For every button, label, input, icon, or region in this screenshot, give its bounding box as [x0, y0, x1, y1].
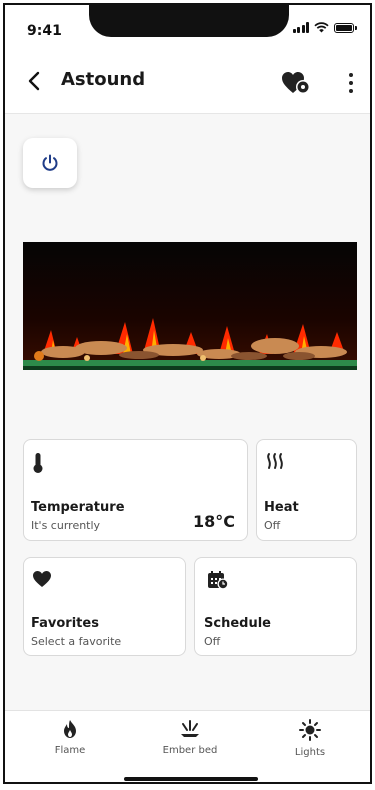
tab-lights-label: Lights — [294, 747, 326, 758]
favorites-card[interactable]: Favorites Select a favorite — [23, 557, 186, 656]
wifi-icon — [314, 22, 329, 33]
tab-flame-label: Flame — [54, 745, 86, 756]
app-header: Astound — [5, 51, 370, 114]
favorites-label: Favorites — [31, 616, 99, 631]
temperature-card[interactable]: Temperature It's currently 18°C — [23, 439, 248, 541]
notch — [89, 5, 289, 37]
favorite-settings-button[interactable] — [281, 70, 313, 96]
signal-icon — [292, 22, 309, 33]
fireplace-image — [23, 242, 357, 370]
heat-waves-icon — [265, 452, 287, 474]
status-icons — [292, 22, 357, 33]
phone-screen: 9:41 Astound Temperature It's currently … — [3, 3, 372, 784]
ember-icon — [181, 720, 199, 737]
back-button[interactable] — [23, 69, 45, 93]
heart-icon — [32, 570, 52, 592]
tab-ember-bed-label: Ember bed — [162, 745, 218, 756]
power-icon — [42, 154, 58, 171]
tab-lights[interactable]: Lights — [265, 719, 355, 758]
more-menu-button[interactable] — [346, 73, 356, 93]
bottom-tab-bar: Flame Ember bed Lights — [5, 710, 370, 782]
heat-card[interactable]: Heat Off — [256, 439, 357, 541]
heart-gear-icon — [282, 72, 310, 94]
light-icon — [299, 719, 321, 741]
temperature-sub: It's currently — [31, 519, 101, 532]
fireplace-illustration — [23, 242, 357, 370]
home-indicator — [124, 777, 258, 781]
status-bar: 9:41 — [5, 5, 370, 51]
schedule-card[interactable]: Schedule Off — [194, 557, 357, 656]
tab-flame[interactable]: Flame — [25, 719, 115, 756]
heat-sub: Off — [264, 519, 281, 532]
temperature-value: 18°C — [192, 512, 235, 531]
calendar-clock-icon — [207, 570, 229, 594]
temperature-label: Temperature — [31, 500, 125, 515]
status-time: 9:41 — [27, 23, 62, 39]
heat-label: Heat — [264, 500, 299, 515]
thermometer-icon — [32, 452, 44, 478]
schedule-sub: Off — [204, 635, 221, 648]
tab-ember-bed[interactable]: Ember bed — [145, 719, 235, 756]
battery-icon — [334, 22, 357, 33]
chevron-left-icon — [28, 71, 40, 91]
power-button[interactable] — [23, 138, 77, 188]
flame-icon — [64, 720, 76, 738]
schedule-label: Schedule — [204, 616, 271, 631]
page-title: Astound — [61, 69, 146, 90]
favorites-sub: Select a favorite — [31, 635, 122, 648]
